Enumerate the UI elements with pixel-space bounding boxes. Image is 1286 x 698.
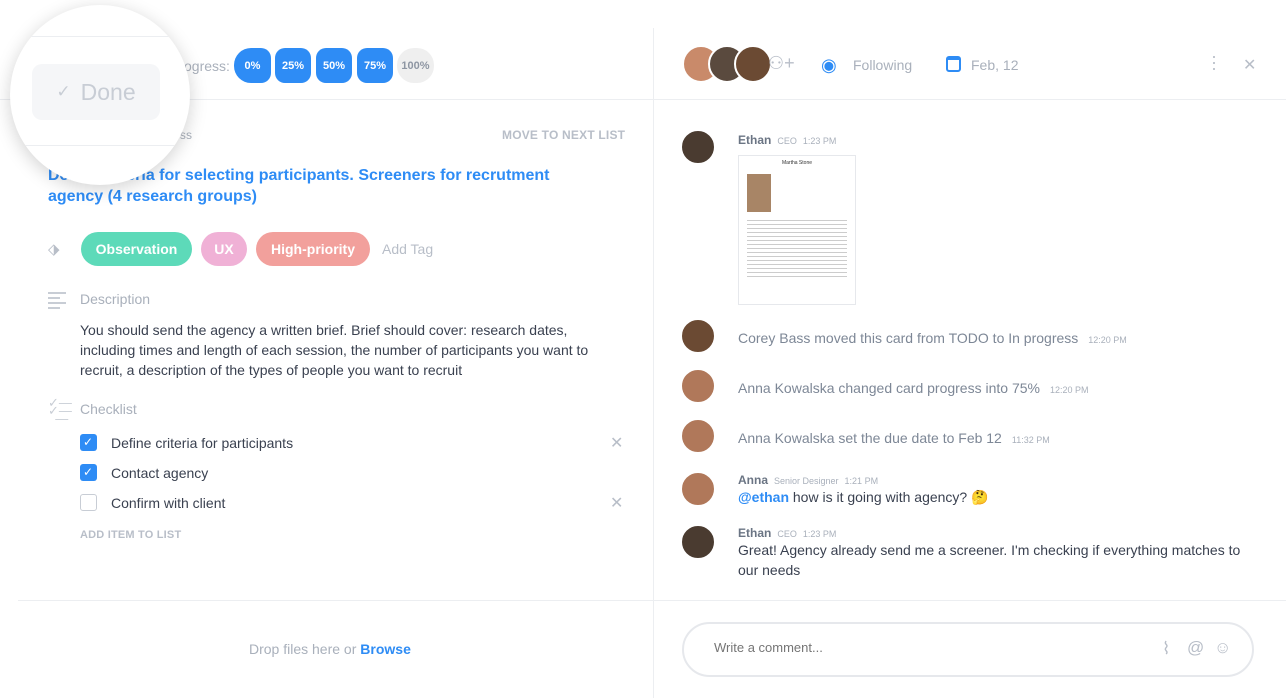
check-icon: ✓ [56,82,71,101]
message-text: @ethan how is it going with agency? 🤔 [738,489,989,505]
tag-observation[interactable]: Observation [81,232,192,266]
avatar [680,318,716,354]
description-icon [48,292,66,309]
checkbox-unchecked[interactable] [80,494,97,511]
checklist-item: Define criteria for participants [111,435,294,451]
checkbox-checked[interactable]: ✓ [80,464,97,481]
tag-ux[interactable]: UX [201,232,247,266]
divider [10,145,190,146]
calendar-icon [946,56,961,72]
checklist-item: Confirm with client [111,495,226,511]
progress-0[interactable]: 0% [234,48,271,83]
header-divider [0,99,1286,100]
delete-item-icon[interactable]: ✕ [610,433,623,453]
magnifier: ✓ Done [10,5,190,185]
browse-link[interactable]: Browse [360,641,411,657]
tag-icon: ⬗ [48,241,60,258]
checklist-title: Checklist [80,401,137,417]
progress-100[interactable]: 100% [397,48,434,83]
avatar [680,471,716,507]
done-button[interactable]: ✓ Done [32,64,160,120]
comment-box[interactable]: ⌇ @ ☺ [682,622,1254,677]
move-to-next-list-button[interactable]: MOVE TO NEXT LIST [502,128,625,142]
divider [10,36,190,37]
attachment-preview[interactable]: Martha Stone [738,155,856,305]
progress-25[interactable]: 25% [275,48,311,83]
progress-75[interactable]: 75% [357,48,393,83]
eye-icon: ◉ [821,55,837,75]
mention-link[interactable]: @ethan [738,489,789,505]
avatar [680,418,716,454]
following-button[interactable]: Following [853,57,912,73]
attachment-title: Martha Stone [781,160,813,166]
add-member-icon[interactable]: ⚇+ [768,53,795,74]
attachment-photo [747,174,771,212]
checklist-icon: ✓— ✓— — [48,395,72,426]
activity-event: Anna Kowalska changed card progress into… [738,380,1089,396]
progress-50[interactable]: 50% [316,48,352,83]
checklist-item: Contact agency [111,465,209,481]
activity-event: Anna Kowalska set the due date to Feb 12… [738,430,1050,446]
avatar [680,368,716,404]
dropzone-text: Drop files here or [249,641,361,657]
description-title: Description [80,291,151,307]
message-text: Great! Agency already send me a screener… [738,542,1241,578]
description-text[interactable]: You should send the agency a written bri… [80,320,625,380]
message-header: Ethan CEO 1:23 PM [738,133,837,147]
due-date[interactable]: Feb, 12 [971,57,1018,73]
more-icon[interactable]: · · · [1211,47,1217,77]
attach-icon[interactable]: ⌇ [1162,639,1170,659]
footer-divider [18,600,1286,601]
avatar[interactable] [734,45,772,83]
mention-icon[interactable]: @ [1187,638,1204,658]
delete-item-icon[interactable]: ✕ [610,493,623,513]
comment-input[interactable] [714,640,1114,655]
avatar [680,524,716,560]
close-icon[interactable]: ✕ [1243,55,1256,75]
emoji-icon[interactable]: ☺ [1214,638,1231,658]
add-tag-button[interactable]: Add Tag [382,241,433,257]
activity-event: Corey Bass moved this card from TODO to … [738,330,1127,346]
tag-high-priority[interactable]: High-priority [256,232,370,266]
checkbox-checked[interactable]: ✓ [80,434,97,451]
add-checklist-item-button[interactable]: ADD ITEM TO LIST [80,529,181,541]
avatar [680,129,716,165]
panel-divider [653,28,654,698]
done-label: Done [80,78,136,105]
dropzone[interactable]: Drop files here or Browse [249,641,411,657]
attachment-text-lines [747,220,847,280]
